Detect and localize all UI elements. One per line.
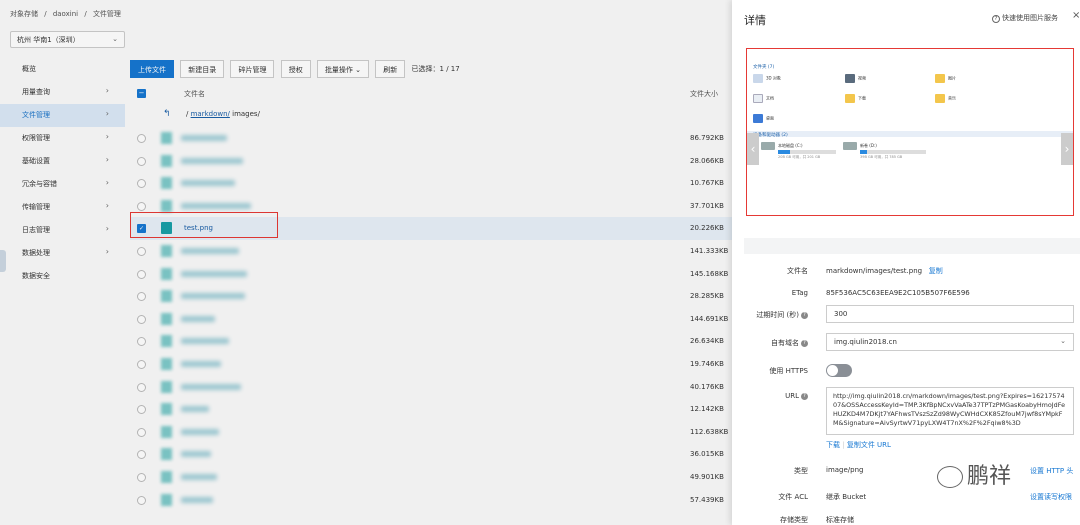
folder-icon xyxy=(753,74,763,83)
folders-header: 文件夹 (7) xyxy=(753,65,775,70)
filename-value: markdown/images/test.png 复制 xyxy=(826,266,943,276)
modal-overlay[interactable] xyxy=(0,0,732,525)
section-divider xyxy=(744,238,1080,254)
domain-select[interactable]: img.qiulin2018.cn ⌄ xyxy=(826,333,1074,351)
download-link[interactable]: 下载 xyxy=(826,441,840,449)
wechat-icon xyxy=(937,466,963,488)
https-toggle[interactable] xyxy=(826,364,852,377)
folder-icon xyxy=(845,74,855,83)
expire-label-text: 过期时间 (秒) xyxy=(756,311,799,319)
url-textarea[interactable]: http://img.qiulin2018.cn/markdown/images… xyxy=(826,387,1074,435)
drive-label: 新卷 (D:) xyxy=(860,143,877,148)
expire-label: 过期时间 (秒)? xyxy=(732,310,808,320)
acl-label: 文件 ACL xyxy=(778,493,808,501)
folder-item: 音乐 xyxy=(935,94,956,103)
etag-value: 85F536AC5C63EEA9E2C105B507F6E596 xyxy=(826,289,970,297)
file-manager-page: 对象存储 / daoxini / 文件管理 杭州 华南1（深圳） ⌄ 概览 用量查… xyxy=(0,0,732,525)
folder-item: 视频 xyxy=(845,74,866,83)
folder-label: 文档 xyxy=(766,95,774,101)
folder-icon xyxy=(845,94,855,103)
filename-text: markdown/images/test.png xyxy=(826,267,923,275)
drive-icon xyxy=(761,142,775,150)
type-value: image/png xyxy=(826,466,864,474)
http-header-link[interactable]: 设置 HTTP 头 xyxy=(1030,466,1073,476)
help-icon[interactable]: ? xyxy=(801,339,808,347)
domain-value: img.qiulin2018.cn xyxy=(834,338,897,346)
folder-label: 音乐 xyxy=(948,95,956,101)
folder-label: 图片 xyxy=(948,75,956,81)
domain-label-text: 自有域名 xyxy=(771,339,799,347)
folder-icon xyxy=(935,74,945,83)
folder-label: 下载 xyxy=(858,95,866,101)
acl-settings-link[interactable]: 设置读写权限 xyxy=(1030,492,1072,502)
folder-icon xyxy=(753,94,763,103)
image-preview: 文件夹 (7) 3D 对象 视频 图片 文档 下载 音乐 桌面 设备和驱动器 (… xyxy=(746,48,1074,216)
folder-item: 下载 xyxy=(845,94,866,103)
folder-item: 3D 对象 xyxy=(753,74,781,83)
storage-label: 存储类型 xyxy=(780,516,808,524)
drive-icon xyxy=(843,142,857,150)
help-label: 快速使用图片服务 xyxy=(1002,14,1058,22)
panel-title: 详情 xyxy=(744,14,766,27)
folder-icon xyxy=(935,94,945,103)
url-label-text: URL xyxy=(785,392,799,400)
folder-icon xyxy=(753,114,763,123)
drive-c-free: 20B GB 可用，共 201 GB xyxy=(778,155,821,159)
domain-label: 自有域名? xyxy=(732,338,808,348)
drive-c-usage xyxy=(778,150,836,154)
type-label: 类型 xyxy=(794,467,808,475)
drive-d-usage xyxy=(860,150,926,154)
folder-label: 3D 对象 xyxy=(766,75,781,81)
close-icon[interactable]: × xyxy=(1072,10,1080,21)
folder-item: 图片 xyxy=(935,74,956,83)
drive-d: 新卷 (D:) xyxy=(843,142,877,150)
help-icon[interactable]: ? xyxy=(801,311,808,319)
toggle-knob xyxy=(827,365,838,376)
drive-d-free: 39B GB 可用，共 785 GB xyxy=(860,155,903,159)
storage-value: 标准存储 xyxy=(826,516,854,524)
chevron-down-icon: ⌄ xyxy=(1060,337,1066,345)
etag-label: ETag xyxy=(791,289,808,297)
drive-label: 本地磁盘 (C:) xyxy=(778,143,803,148)
expire-input[interactable]: 300 xyxy=(826,305,1074,323)
question-icon: ? xyxy=(992,15,1000,23)
folder-label: 桌面 xyxy=(766,115,774,121)
folder-label: 视频 xyxy=(858,75,866,81)
url-actions: 下载 | 复制文件 URL xyxy=(826,441,891,449)
copy-url-link[interactable]: 复制文件 URL xyxy=(847,441,891,449)
watermark-text: 鹏祥 xyxy=(967,464,1012,489)
details-panel: 详情 ? 快速使用图片服务 × 文件夹 (7) 3D 对象 视频 图片 文档 下载… xyxy=(732,0,1080,525)
image-service-link[interactable]: ? 快速使用图片服务 xyxy=(992,13,1058,23)
drives-header-bar xyxy=(747,131,1073,137)
copy-filename-link[interactable]: 复制 xyxy=(929,267,943,275)
chevron-left-icon: ‹ xyxy=(747,133,759,165)
folder-item: 桌面 xyxy=(753,114,774,123)
drive-c: 本地磁盘 (C:) xyxy=(761,142,803,150)
url-label: URL? xyxy=(732,392,808,400)
filename-label: 文件名 xyxy=(787,267,808,275)
chevron-right-icon: › xyxy=(1061,133,1073,165)
acl-value: 继承 Bucket xyxy=(826,493,867,501)
watermark: 鹏祥 xyxy=(937,458,1011,490)
help-icon[interactable]: ? xyxy=(801,392,808,400)
https-label: 使用 HTTPS xyxy=(769,367,808,375)
folder-item: 文档 xyxy=(753,94,774,103)
